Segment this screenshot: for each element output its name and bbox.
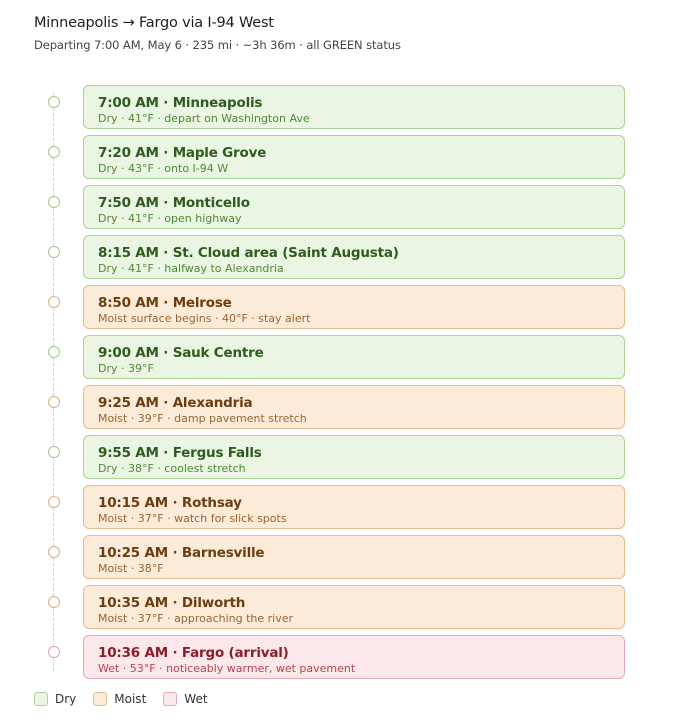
stop-detail: Moist · 37°F · watch for slick spots xyxy=(98,512,287,525)
timeline-stop: 10:25 AM · Barnesville Moist · 38°F xyxy=(0,535,675,585)
stop-title: 9:00 AM · Sauk Centre xyxy=(98,345,264,361)
route-title: Minneapolis → Fargo via I-94 West xyxy=(34,15,274,31)
stop-card[interactable]: 8:15 AM · St. Cloud area (Saint Augusta)… xyxy=(83,235,625,279)
legend-swatch xyxy=(163,692,178,706)
timeline-stop: 9:25 AM · Alexandria Moist · 39°F · damp … xyxy=(0,385,675,435)
stop-list: 7:00 AM · Minneapolis Dry · 41°F · depart… xyxy=(0,85,675,685)
timeline-dot-icon xyxy=(48,146,60,158)
legend-label: Dry xyxy=(55,692,77,706)
legend-label: Wet xyxy=(184,692,208,706)
stop-card[interactable]: 7:20 AM · Maple Grove Dry · 43°F · onto I… xyxy=(83,135,625,179)
stop-card[interactable]: 7:00 AM · Minneapolis Dry · 41°F · depart… xyxy=(83,85,625,129)
stop-detail: Dry · 39°F xyxy=(98,362,154,375)
stop-detail: Dry · 41°F · depart on Washington Ave xyxy=(98,112,310,125)
stop-title: 9:25 AM · Alexandria xyxy=(98,395,253,411)
stop-card[interactable]: 8:50 AM · Melrose Moist surface begins · … xyxy=(83,285,625,329)
timeline-dot-icon xyxy=(48,196,60,208)
stop-card[interactable]: 10:25 AM · Barnesville Moist · 38°F xyxy=(83,535,625,579)
stop-title: 7:20 AM · Maple Grove xyxy=(98,145,267,161)
timeline-stop: 9:55 AM · Fergus Falls Dry · 38°F · coole… xyxy=(0,435,675,485)
stop-card[interactable]: 7:50 AM · Monticello Dry · 41°F · open hi… xyxy=(83,185,625,229)
timeline-dot-icon xyxy=(48,346,60,358)
stop-title: 10:36 AM · Fargo (arrival) xyxy=(98,645,289,661)
stop-detail: Dry · 38°F · coolest stretch xyxy=(98,462,246,475)
legend-item-wet: Wet xyxy=(163,692,208,706)
stop-title: 10:35 AM · Dilworth xyxy=(98,595,246,611)
stop-title: 9:55 AM · Fergus Falls xyxy=(98,445,262,461)
stop-detail: Moist · 39°F · damp pavement stretch xyxy=(98,412,307,425)
stop-card[interactable]: 9:25 AM · Alexandria Moist · 39°F · damp … xyxy=(83,385,625,429)
legend-item-moist: Moist xyxy=(93,692,146,706)
timeline-dot-icon xyxy=(48,96,60,108)
legend-swatch xyxy=(93,692,108,706)
stop-title: 8:50 AM · Melrose xyxy=(98,295,232,311)
stop-title: 7:00 AM · Minneapolis xyxy=(98,95,263,111)
timeline-stop: 7:20 AM · Maple Grove Dry · 43°F · onto I… xyxy=(0,135,675,185)
stop-detail: Moist · 38°F xyxy=(98,562,164,575)
stop-detail: Dry · 41°F · open highway xyxy=(98,212,242,225)
timeline-stop: 10:35 AM · Dilworth Moist · 37°F · approa… xyxy=(0,585,675,635)
timeline-stop: 8:50 AM · Melrose Moist surface begins · … xyxy=(0,285,675,335)
stop-title: 10:25 AM · Barnesville xyxy=(98,545,265,561)
legend-swatch xyxy=(34,692,48,706)
stop-title: 7:50 AM · Monticello xyxy=(98,195,250,211)
timeline-stop: 10:15 AM · Rothsay Moist · 37°F · watch f… xyxy=(0,485,675,535)
stop-card[interactable]: 9:55 AM · Fergus Falls Dry · 38°F · coole… xyxy=(83,435,625,479)
legend: Dry Moist Wet xyxy=(34,692,225,706)
timeline-dot-icon xyxy=(48,396,60,408)
stop-title: 8:15 AM · St. Cloud area (Saint Augusta) xyxy=(98,245,399,261)
timeline-dot-icon xyxy=(48,246,60,258)
timeline-dot-icon xyxy=(48,596,60,608)
stop-detail: Moist · 37°F · approaching the river xyxy=(98,612,294,625)
timeline-stop: 7:50 AM · Monticello Dry · 41°F · open hi… xyxy=(0,185,675,235)
timeline-dot-icon xyxy=(48,496,60,508)
stop-card[interactable]: 10:35 AM · Dilworth Moist · 37°F · approa… xyxy=(83,585,625,629)
timeline-dot-icon xyxy=(48,646,60,658)
route-subtitle: Departing 7:00 AM, May 6 · 235 mi · ~3h … xyxy=(34,38,401,52)
stop-detail: Moist surface begins · 40°F · stay alert xyxy=(98,312,311,325)
stop-card[interactable]: 9:00 AM · Sauk Centre Dry · 39°F xyxy=(83,335,625,379)
stop-card[interactable]: 10:36 AM · Fargo (arrival) Wet · 53°F · n… xyxy=(83,635,625,679)
timeline-dot-icon xyxy=(48,446,60,458)
route-page: Minneapolis → Fargo via I-94 West Depart… xyxy=(0,0,675,720)
timeline-dot-icon xyxy=(48,296,60,308)
legend-label: Moist xyxy=(114,692,147,706)
stop-card[interactable]: 10:15 AM · Rothsay Moist · 37°F · watch f… xyxy=(83,485,625,529)
timeline-dot-icon xyxy=(48,546,60,558)
timeline-stop: 9:00 AM · Sauk Centre Dry · 39°F xyxy=(0,335,675,385)
stop-detail: Dry · 41°F · halfway to Alexandria xyxy=(98,262,284,275)
timeline-stop: 7:00 AM · Minneapolis Dry · 41°F · depart… xyxy=(0,85,675,135)
timeline-stop: 10:36 AM · Fargo (arrival) Wet · 53°F · n… xyxy=(0,635,675,685)
stop-detail: Wet · 53°F · noticeably warmer, wet pave… xyxy=(98,662,356,675)
stop-title: 10:15 AM · Rothsay xyxy=(98,495,242,511)
route-timeline: 7:00 AM · Minneapolis Dry · 41°F · depart… xyxy=(0,85,675,685)
timeline-stop: 8:15 AM · St. Cloud area (Saint Augusta)… xyxy=(0,235,675,285)
legend-item-dry: Dry xyxy=(34,692,76,706)
stop-detail: Dry · 43°F · onto I-94 W xyxy=(98,162,229,175)
